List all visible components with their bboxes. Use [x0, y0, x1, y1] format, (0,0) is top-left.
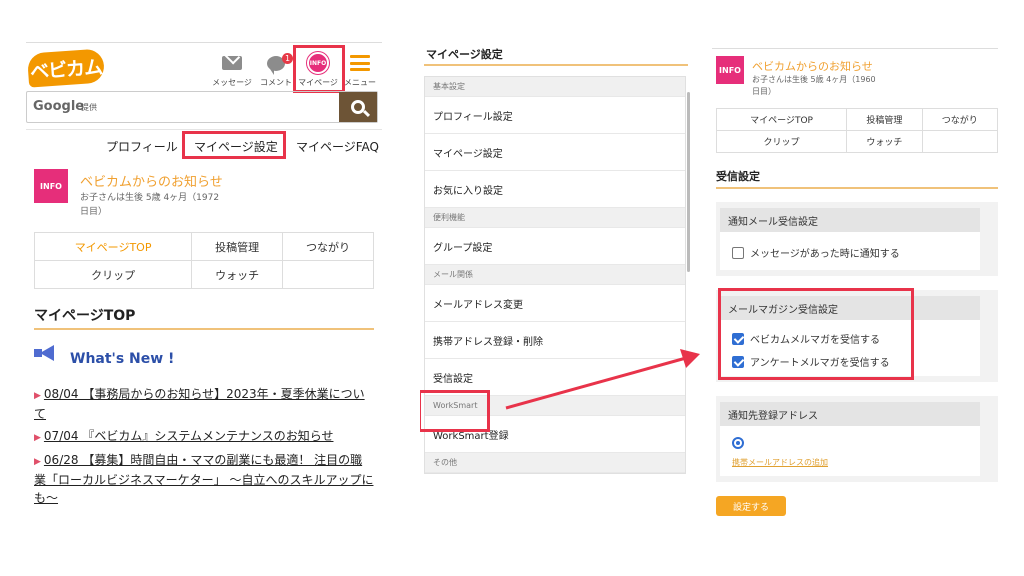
mypage-settings-highlight [182, 131, 286, 159]
hamburger-icon [350, 55, 370, 71]
tab-profile[interactable]: プロフィール [106, 138, 178, 155]
child-age-line2: 日目） [80, 207, 108, 217]
section-divider [716, 187, 998, 189]
grid-post-management[interactable]: 投稿管理 [846, 108, 923, 131]
grid-clip[interactable]: クリップ [33, 260, 193, 289]
child-age-line1: お子さんは生後 5歳 4ヶ月（1972 [80, 193, 220, 203]
menu-button[interactable]: メニュー [336, 51, 382, 91]
grid-watch[interactable]: ウォッチ [846, 130, 923, 153]
top-divider [712, 48, 998, 49]
settings-title-divider [424, 64, 688, 66]
mypage-nav-grid: マイページTOP 投稿管理 つながり クリップ ウォッチ [715, 108, 999, 153]
notice-title[interactable]: ベビカムからのお知らせ [752, 58, 873, 74]
notify-message-checkbox[interactable] [732, 246, 744, 259]
menu-item-favorite-settings[interactable]: お気に入り設定 [425, 171, 685, 208]
section-divider [34, 328, 374, 330]
grid-empty [921, 130, 999, 153]
notify-mail-box: 通知メール受信設定 メッセージがあった時に通知する [716, 202, 998, 276]
add-mobile-address-link[interactable]: 携帯メールアドレスの追加 [732, 457, 968, 468]
grid-connections[interactable]: つながり [282, 232, 374, 261]
grid-empty [282, 260, 374, 289]
babycom-logo[interactable]: ベビカム [26, 48, 106, 88]
menu-section-basic: 基本設定 [425, 77, 685, 97]
child-age-line2: 日目） [752, 87, 776, 96]
notify-mail-body: メッセージがあった時に通知する [720, 232, 980, 270]
menu-section-useful: 便利機能 [425, 208, 685, 228]
child-age-info: お子さんは生後 5歳 4ヶ月（1972 日目） [80, 191, 219, 219]
notice-title[interactable]: ベビカムからのお知らせ [80, 171, 223, 190]
info-logo: INFO [716, 56, 744, 84]
menu-item-email-change[interactable]: メールアドレス変更 [425, 285, 685, 322]
news-item[interactable]: ▶ 08/04 【事務局からのお知らせ】2023年・夏季休業について [34, 385, 374, 423]
scrollbar[interactable] [687, 92, 690, 272]
search-provided-label: 提供 [81, 103, 97, 112]
megaphone-icon [34, 343, 58, 363]
menu-label: メニュー [344, 78, 376, 87]
comment-count-badge: 1 [282, 53, 293, 64]
magazine-highlight [718, 288, 914, 380]
receive-settings-highlight [420, 390, 490, 432]
google-logo: Google [33, 99, 85, 114]
news-item[interactable]: ▶ 07/04 『ベビカム』システムメンテナンスのお知らせ [34, 427, 374, 447]
receive-settings-screen: INFO ベビカムからのお知らせ お子さんは生後 5歳 4ヶ月（1960 日目）… [712, 42, 1002, 526]
tab-mypage-faq[interactable]: マイページFAQ [296, 138, 379, 155]
notify-address-body: 携帯メールアドレスの追加 [720, 426, 980, 476]
notify-mail-header: 通知メール受信設定 [720, 208, 980, 232]
settings-menu-title: マイページ設定 [426, 48, 503, 61]
whats-new-heading: What's New ! [70, 351, 175, 367]
notify-address-box: 通知先登録アドレス 携帯メールアドレスの追加 [716, 396, 998, 482]
grid-connections[interactable]: つながり [921, 108, 999, 131]
google-search-box[interactable]: Google 提供 [26, 91, 378, 123]
arrow-icon [505, 349, 700, 410]
menu-item-group-settings[interactable]: グループ設定 [425, 228, 685, 265]
grid-mypage-top[interactable]: マイページTOP [33, 232, 193, 261]
mobile-mypage-screen: ベビカム メッセージ 1 コメント INFO マイページ メニュー Google… [26, 42, 382, 522]
mypage-nav-grid: マイページTOP 投稿管理 つながり クリップ ウォッチ [33, 232, 374, 289]
news-item[interactable]: ▶ 06/28 【募集】時間自由・ママの副業にも最適！ 注目の職業「ローカルビジネ… [34, 451, 374, 507]
child-age-line1: お子さんは生後 5歳 4ヶ月（1960 [752, 75, 876, 84]
submit-settings-button[interactable]: 設定する [716, 496, 786, 516]
grid-watch[interactable]: ウォッチ [191, 260, 284, 289]
notify-address-header: 通知先登録アドレス [720, 402, 980, 426]
message-label: メッセージ [212, 78, 252, 87]
menu-section-mail: メール関係 [425, 265, 685, 285]
menu-item-mypage-settings[interactable]: マイページ設定 [425, 134, 685, 171]
menu-item-profile-settings[interactable]: プロフィール設定 [425, 97, 685, 134]
search-button[interactable] [339, 92, 377, 122]
menu-section-other: その他 [425, 453, 685, 473]
grid-clip[interactable]: クリップ [715, 130, 848, 153]
message-button[interactable]: メッセージ [208, 51, 256, 91]
address-radio[interactable] [732, 437, 744, 449]
receive-settings-heading: 受信設定 [716, 170, 760, 183]
notify-message-label: メッセージがあった時に通知する [750, 249, 900, 260]
child-age-info: お子さんは生後 5歳 4ヶ月（1960 日目） [752, 74, 876, 98]
mail-icon [222, 56, 242, 70]
mypage-top-heading: マイページTOP [34, 308, 136, 324]
search-icon [351, 100, 365, 114]
grid-post-management[interactable]: 投稿管理 [191, 232, 284, 261]
grid-mypage-top[interactable]: マイページTOP [715, 108, 848, 131]
mypage-settings-menu-screen: マイページ設定 基本設定 プロフィール設定 マイページ設定 お気に入り設定 便利… [420, 42, 692, 526]
info-logo: INFO [34, 169, 68, 203]
